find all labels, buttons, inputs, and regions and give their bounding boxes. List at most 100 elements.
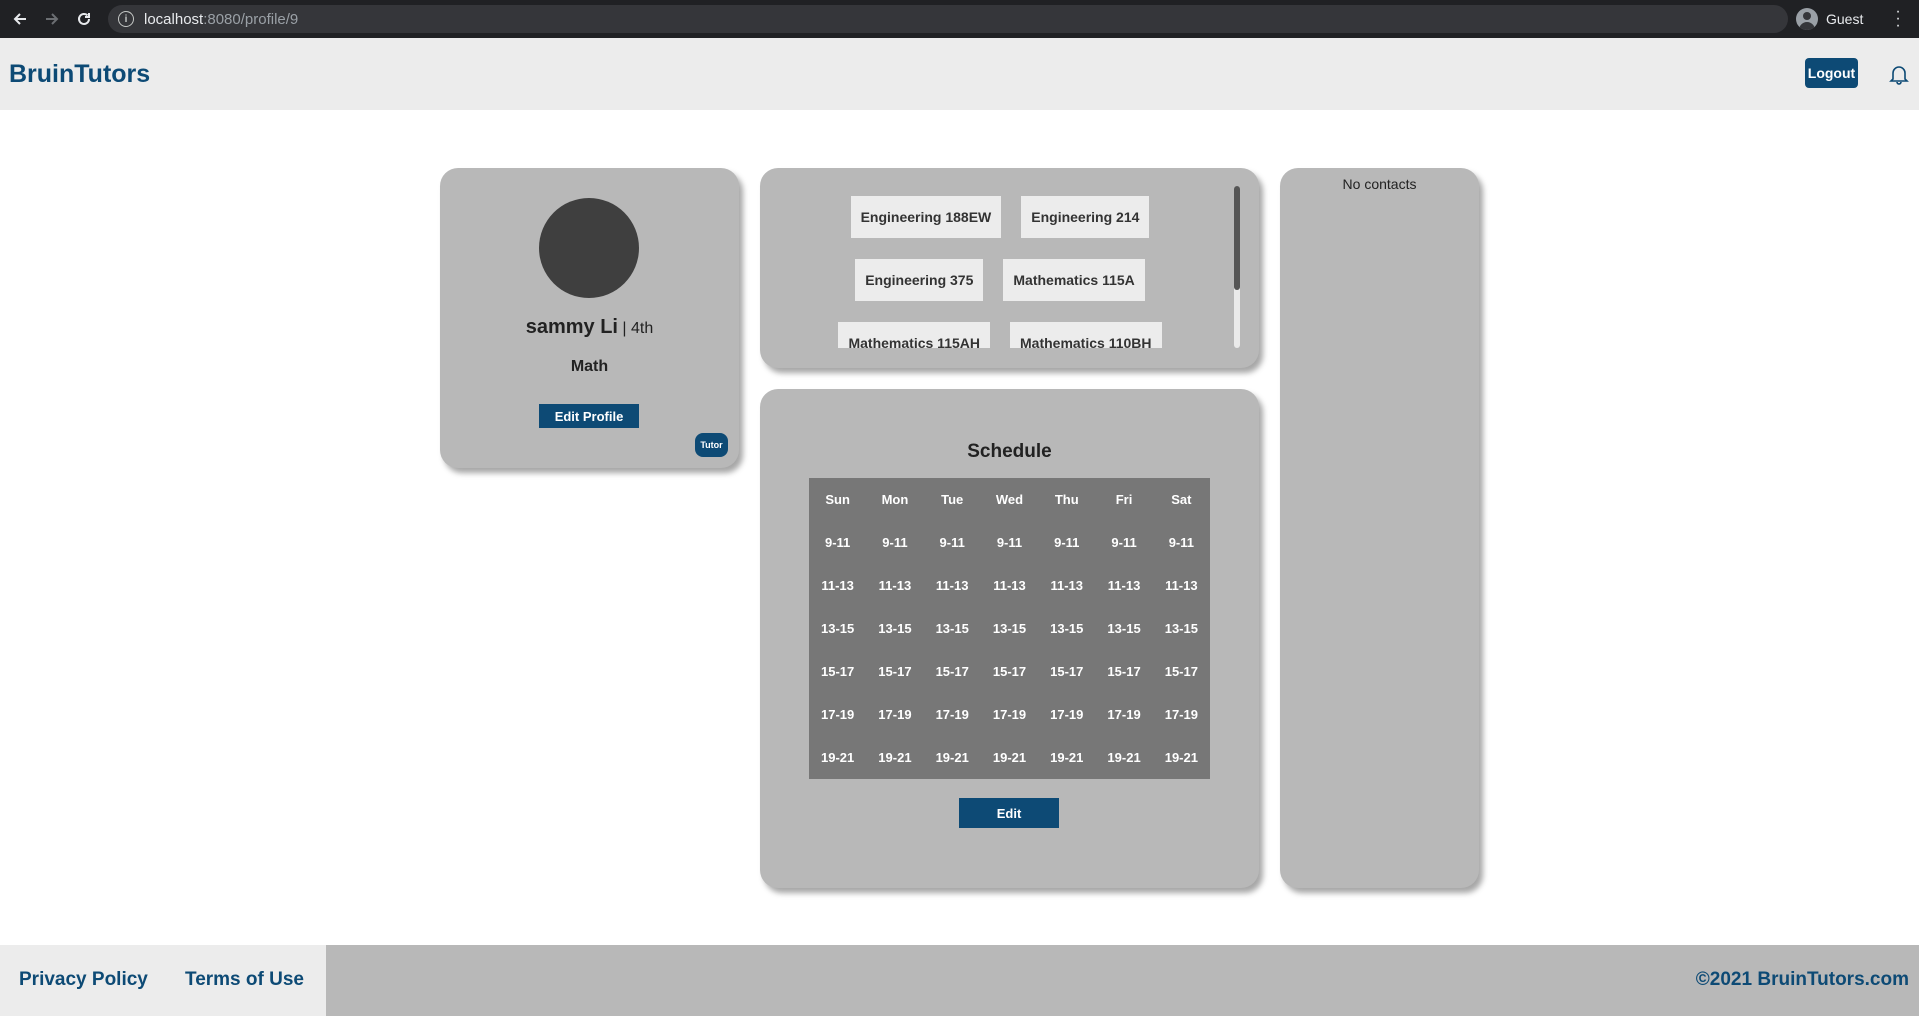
courses-card: Engineering 188EW Engineering 214 Engine…: [760, 168, 1259, 368]
time-slot-cell: 9-11: [824, 535, 851, 550]
time-slot-cell: 13-15: [935, 621, 969, 636]
profile-avatar-icon: [1796, 8, 1818, 30]
time-slot-cell: 9-11: [939, 535, 965, 550]
time-slot-cell: 19-21: [821, 750, 855, 765]
time-slot-cell: 13-15: [878, 621, 912, 636]
courses-scrollbar[interactable]: [1234, 186, 1240, 348]
time-slot-cell: 17-19: [1164, 707, 1198, 722]
app-header: BruinTutors Logout: [0, 38, 1919, 110]
browser-profile-button[interactable]: Guest: [1796, 6, 1863, 32]
time-slot-cell: 19-21: [935, 750, 969, 765]
time-slot-cell: 15-17: [935, 664, 969, 679]
profile-card: sammy Li | 4th Math Edit Profile Tutor: [440, 168, 739, 468]
address-bar[interactable]: i localhost:8080/profile/9: [108, 5, 1788, 33]
profile-name-line: sammy Li | 4th: [440, 316, 739, 339]
back-icon[interactable]: [4, 0, 36, 38]
footer: Privacy Policy Terms of Use ©2021 BruinT…: [0, 945, 1919, 1016]
edit-schedule-button[interactable]: Edit: [959, 798, 1059, 828]
time-slot-cell: 15-17: [821, 664, 855, 679]
edit-profile-button[interactable]: Edit Profile: [539, 404, 639, 428]
time-slot-cell: 19-21: [992, 750, 1027, 765]
course-tag[interactable]: Mathematics 110BH: [1010, 322, 1162, 348]
bell-icon[interactable]: [1888, 63, 1910, 85]
time-slot-cell: 19-21: [1164, 750, 1198, 765]
scrollbar-thumb[interactable]: [1234, 186, 1240, 290]
time-slot-cell: 9-11: [1111, 535, 1137, 550]
course-row: Mathematics 115AH Mathematics 110BH: [780, 322, 1220, 348]
forward-icon[interactable]: [36, 0, 68, 38]
day-header: Fri: [1115, 492, 1133, 507]
profile-major: Math: [570, 358, 609, 375]
profile-name: sammy Li: [525, 316, 618, 338]
course-tag[interactable]: Engineering 188EW: [850, 196, 1002, 238]
schedule-body: 9-11 9-11 9-11 9-11 9-11 9-11 9-11 11-13 11-13 11…: [809, 521, 1210, 779]
brand-logo[interactable]: BruinTutors: [9, 60, 150, 89]
time-slot-cell: 13-15: [1164, 621, 1198, 636]
time-slot-cell: 17-19: [1107, 707, 1141, 722]
day-header: Sat: [1171, 492, 1192, 507]
time-slot-cell: 17-19: [878, 707, 912, 722]
day-header: Sun: [825, 492, 850, 507]
terms-of-use-link[interactable]: Terms of Use: [185, 969, 304, 991]
browser-menu-icon[interactable]: · · ·: [1890, 4, 1906, 34]
time-slot-cell: 9-11: [1168, 535, 1194, 550]
schedule-row: 13-15 13-15 13-15 13-15 13-15 13-15 13-15: [809, 607, 1210, 650]
time-slot-cell: 11-13: [1107, 578, 1141, 593]
profile-name: Guest: [1826, 11, 1864, 27]
time-slot-cell: 13-15: [821, 621, 855, 636]
schedule-row: 19-21 19-21 19-21 19-21 19-21 19-21 19-21: [809, 736, 1210, 779]
site-info-icon[interactable]: i: [118, 11, 134, 27]
course-tag[interactable]: Engineering 375: [855, 259, 984, 301]
course-row: Engineering 188EW Engineering 214: [780, 196, 1220, 238]
footer-links: Privacy Policy Terms of Use: [0, 945, 326, 1016]
browser-toolbar: i localhost:8080/profile/9 Guest · · ·: [0, 0, 1919, 38]
time-slot-cell: 19-21: [1107, 750, 1141, 765]
time-slot-cell: 17-19: [992, 707, 1027, 722]
time-slot-cell: 11-13: [1165, 578, 1198, 593]
schedule-card: Schedule Sun Mon Tue Wed Thu Fri Sat 9-1…: [760, 389, 1259, 888]
name-separator: |: [617, 320, 632, 337]
time-slot-cell: 15-17: [1107, 664, 1141, 679]
time-slot-cell: 15-17: [1050, 664, 1084, 679]
time-slot-cell: 15-17: [878, 664, 912, 679]
time-slot-cell: 19-21: [1050, 750, 1084, 765]
courses-list[interactable]: Engineering 188EW Engineering 214 Engine…: [780, 196, 1220, 376]
time-slot-cell: 9-11: [996, 535, 1023, 550]
time-slot-cell: 13-15: [1107, 621, 1141, 636]
schedule-row: 17-19 17-19 17-19 17-19 17-19 17-19 17-19: [809, 693, 1210, 736]
time-slot-cell: 11-13: [935, 578, 969, 593]
day-header: Thu: [1054, 492, 1079, 507]
time-slot-cell: 17-19: [821, 707, 855, 722]
url-text: localhost:8080/profile/9: [144, 10, 299, 28]
contacts-card: No contacts: [1280, 168, 1479, 888]
schedule-row: 11-13 11-13 11-13 11-13 11-13 11-13 11-13: [809, 564, 1210, 607]
time-slot-cell: 9-11: [882, 535, 908, 550]
day-header: Wed: [995, 492, 1024, 507]
time-slot-cell: 17-19: [935, 707, 969, 722]
course-tag[interactable]: Mathematics 115AH: [838, 322, 990, 348]
schedule-row: 9-11 9-11 9-11 9-11 9-11 9-11 9-11: [809, 521, 1210, 564]
course-row: Engineering 375 Mathematics 115A: [780, 259, 1220, 301]
day-header: Mon: [881, 492, 909, 507]
time-slot-cell: 11-13: [993, 578, 1026, 593]
reload-icon[interactable]: [68, 0, 100, 38]
profile-year: 4th: [631, 320, 654, 337]
schedule-header-row: Sun Mon Tue Wed Thu Fri Sat: [809, 478, 1210, 521]
logout-button[interactable]: Logout: [1805, 58, 1858, 88]
schedule-title: Schedule: [967, 441, 1052, 462]
time-slot-cell: 13-15: [992, 621, 1027, 636]
role-badge: Tutor: [695, 433, 728, 457]
contacts-empty-text: No contacts: [1342, 176, 1417, 192]
time-slot-cell: 17-19: [1050, 707, 1084, 722]
course-tag[interactable]: Engineering 214: [1021, 196, 1150, 238]
avatar: [539, 198, 639, 298]
time-slot-cell: 11-13: [878, 578, 912, 593]
schedule-row: 15-17 15-17 15-17 15-17 15-17 15-17 15-17: [809, 650, 1210, 693]
schedule-table: Sun Mon Tue Wed Thu Fri Sat 9-11 9-11 9-11…: [809, 478, 1210, 779]
privacy-policy-link[interactable]: Privacy Policy: [19, 969, 148, 991]
time-slot-cell: 19-21: [878, 750, 912, 765]
day-header: Tue: [941, 492, 964, 507]
time-slot-cell: 9-11: [1054, 535, 1080, 550]
course-tag[interactable]: Mathematics 115A: [1003, 259, 1145, 301]
time-slot-cell: 15-17: [992, 664, 1027, 679]
